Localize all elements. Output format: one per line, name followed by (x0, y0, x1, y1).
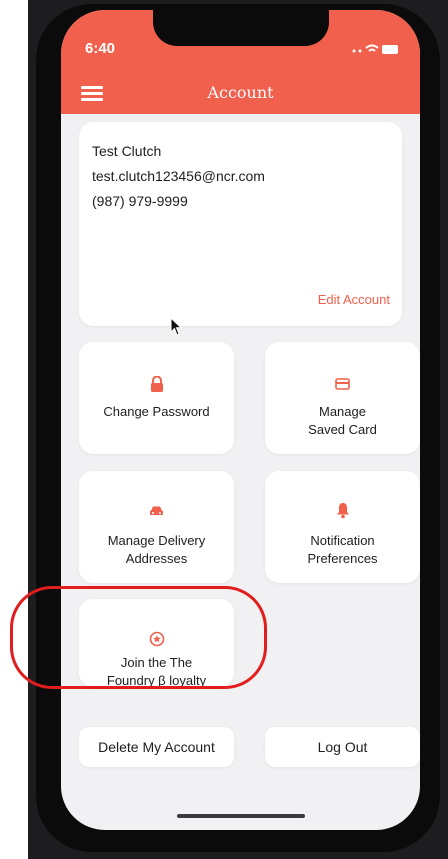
delivery-label-2: Addresses (125, 551, 188, 566)
manage-card-label-2: Saved Card (308, 422, 377, 437)
status-icons (350, 42, 400, 56)
delete-account-button[interactable]: Delete My Account (79, 727, 234, 767)
home-indicator (177, 814, 305, 818)
edit-account-link[interactable]: Edit Account (318, 292, 390, 307)
wifi-battery-icon (352, 44, 398, 54)
change-password-tile[interactable]: Change Password (79, 342, 234, 454)
annotation-highlight-circle (10, 586, 267, 689)
notifications-label-1: Notification (310, 533, 375, 548)
app-header: 6:40 Account (61, 10, 420, 114)
notifications-label-2: Preferences (307, 551, 378, 566)
status-time: 6:40 (85, 40, 116, 57)
profile-email: test.clutch123456@ncr.com (92, 168, 265, 184)
profile-card: Test Clutch test.clutch123456@ncr.com (9… (79, 122, 402, 326)
page-title: Account (207, 83, 274, 102)
credit-card-icon (265, 378, 420, 390)
manage-delivery-addresses-tile[interactable]: Manage Delivery Addresses (79, 471, 234, 583)
change-password-label: Change Password (103, 404, 210, 419)
app-screen: 6:40 Account Test Clutch test.clutch1234… (61, 10, 420, 830)
device-notch (153, 10, 329, 46)
profile-phone: (987) 979-9999 (92, 193, 188, 209)
car-icon (79, 505, 234, 517)
manage-card-label-1: Manage (319, 404, 366, 419)
profile-name: Test Clutch (92, 143, 162, 159)
bell-icon (265, 502, 420, 519)
lock-icon (79, 376, 234, 392)
mouse-pointer-icon (170, 316, 184, 342)
logout-button[interactable]: Log Out (265, 727, 420, 767)
delivery-label-1: Manage Delivery (107, 533, 206, 548)
manage-saved-card-tile[interactable]: Manage Saved Card (265, 342, 420, 454)
notification-preferences-tile[interactable]: Notification Preferences (265, 471, 420, 583)
